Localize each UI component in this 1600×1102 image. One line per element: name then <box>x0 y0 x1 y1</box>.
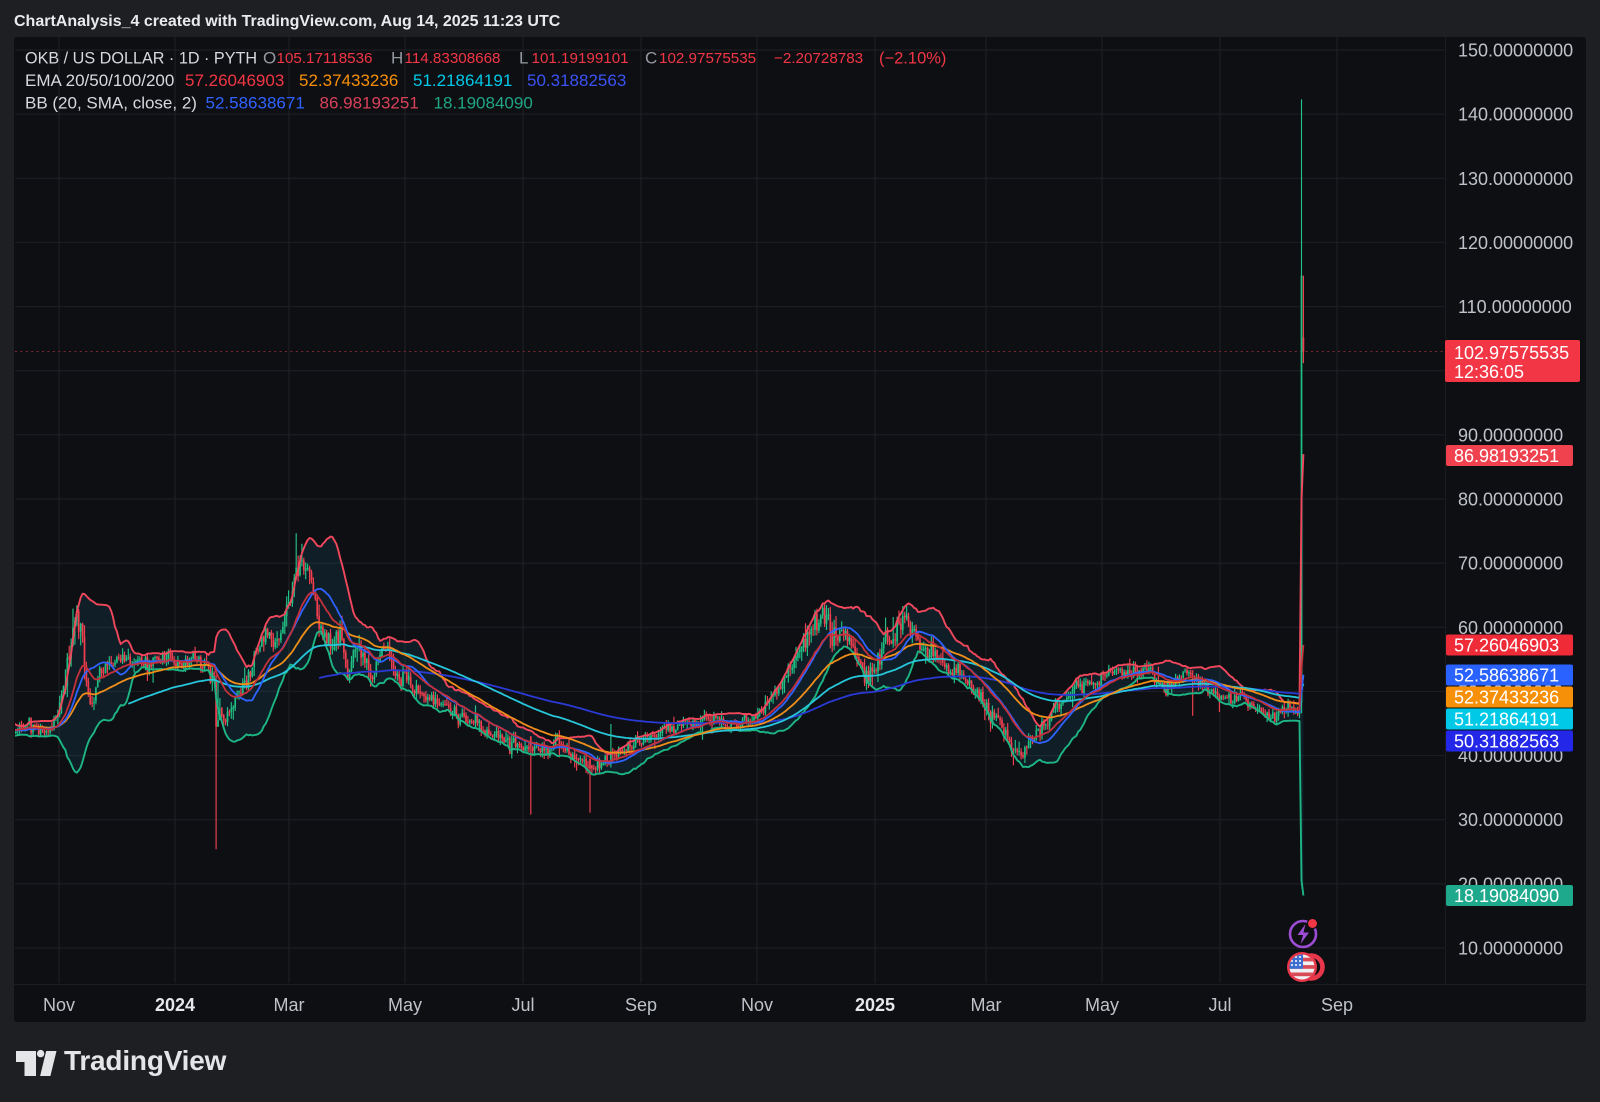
svg-text:114.83308668: 114.83308668 <box>405 50 501 67</box>
svg-text:102.97575535: 102.97575535 <box>659 50 756 67</box>
svg-text:Jul: Jul <box>511 995 534 1015</box>
svg-text:Nov: Nov <box>741 995 773 1015</box>
svg-text:O: O <box>263 49 276 68</box>
svg-text:57.26046903: 57.26046903 <box>1454 636 1559 656</box>
svg-text:57.26046903: 57.26046903 <box>185 71 284 90</box>
svg-text:90.00000000: 90.00000000 <box>1458 425 1563 445</box>
svg-text:H: H <box>391 49 403 68</box>
svg-text:130.00000000: 130.00000000 <box>1458 169 1573 189</box>
svg-text:Jul: Jul <box>1208 995 1231 1015</box>
svg-text:86.98193251: 86.98193251 <box>320 94 419 113</box>
svg-text:TradingView: TradingView <box>64 1045 227 1076</box>
svg-text:30.00000000: 30.00000000 <box>1458 810 1563 830</box>
svg-text:−2.20728783: −2.20728783 <box>774 50 863 67</box>
svg-text:150.00000000: 150.00000000 <box>1458 41 1573 61</box>
svg-text:Sep: Sep <box>625 995 657 1015</box>
svg-text:Mar: Mar <box>274 995 305 1015</box>
svg-text:12:36:05: 12:36:05 <box>1454 362 1524 382</box>
svg-text:51.21864191: 51.21864191 <box>413 71 512 90</box>
svg-text:101.19199101: 101.19199101 <box>532 50 629 67</box>
svg-text:EMA 20/50/100/200: EMA 20/50/100/200 <box>25 71 174 90</box>
svg-text:BB (20, SMA, close, 2): BB (20, SMA, close, 2) <box>25 94 197 113</box>
svg-text:110.00000000: 110.00000000 <box>1458 297 1572 317</box>
svg-text:140.00000000: 140.00000000 <box>1458 105 1573 125</box>
svg-text:50.31882563: 50.31882563 <box>1454 732 1559 752</box>
svg-text:(−2.10%): (−2.10%) <box>879 50 946 68</box>
svg-text:52.58638671: 52.58638671 <box>1454 666 1559 686</box>
svg-text:2025: 2025 <box>855 995 895 1015</box>
svg-text:ChartAnalysis_4 created with T: ChartAnalysis_4 created with TradingView… <box>14 13 561 30</box>
svg-text:10.00000000: 10.00000000 <box>1458 939 1563 959</box>
svg-text:80.00000000: 80.00000000 <box>1458 490 1563 510</box>
svg-text:L: L <box>519 49 528 68</box>
svg-text:102.97575535: 102.97575535 <box>1454 343 1569 363</box>
svg-text:Nov: Nov <box>43 995 75 1015</box>
svg-text:C: C <box>645 49 657 68</box>
svg-text:86.98193251: 86.98193251 <box>1454 446 1559 466</box>
svg-text:51.21864191: 51.21864191 <box>1454 710 1559 730</box>
svg-text:18.19084090: 18.19084090 <box>1454 886 1559 906</box>
svg-text:105.17118536: 105.17118536 <box>277 50 373 67</box>
svg-text:OKB / US DOLLAR · 1D · PYTH: OKB / US DOLLAR · 1D · PYTH <box>25 50 257 68</box>
svg-text:70.00000000: 70.00000000 <box>1458 554 1563 574</box>
svg-text:120.00000000: 120.00000000 <box>1458 233 1573 253</box>
svg-text:52.58638671: 52.58638671 <box>206 94 305 113</box>
svg-text:52.37433236: 52.37433236 <box>1454 688 1559 708</box>
svg-text:18.19084090: 18.19084090 <box>434 94 533 113</box>
svg-text:May: May <box>1085 995 1119 1015</box>
svg-text:52.37433236: 52.37433236 <box>299 71 398 90</box>
svg-text:May: May <box>388 995 422 1015</box>
svg-text:2024: 2024 <box>155 995 195 1015</box>
svg-text:50.31882563: 50.31882563 <box>527 71 626 90</box>
svg-text:Sep: Sep <box>1321 995 1353 1015</box>
svg-text:Mar: Mar <box>971 995 1002 1015</box>
